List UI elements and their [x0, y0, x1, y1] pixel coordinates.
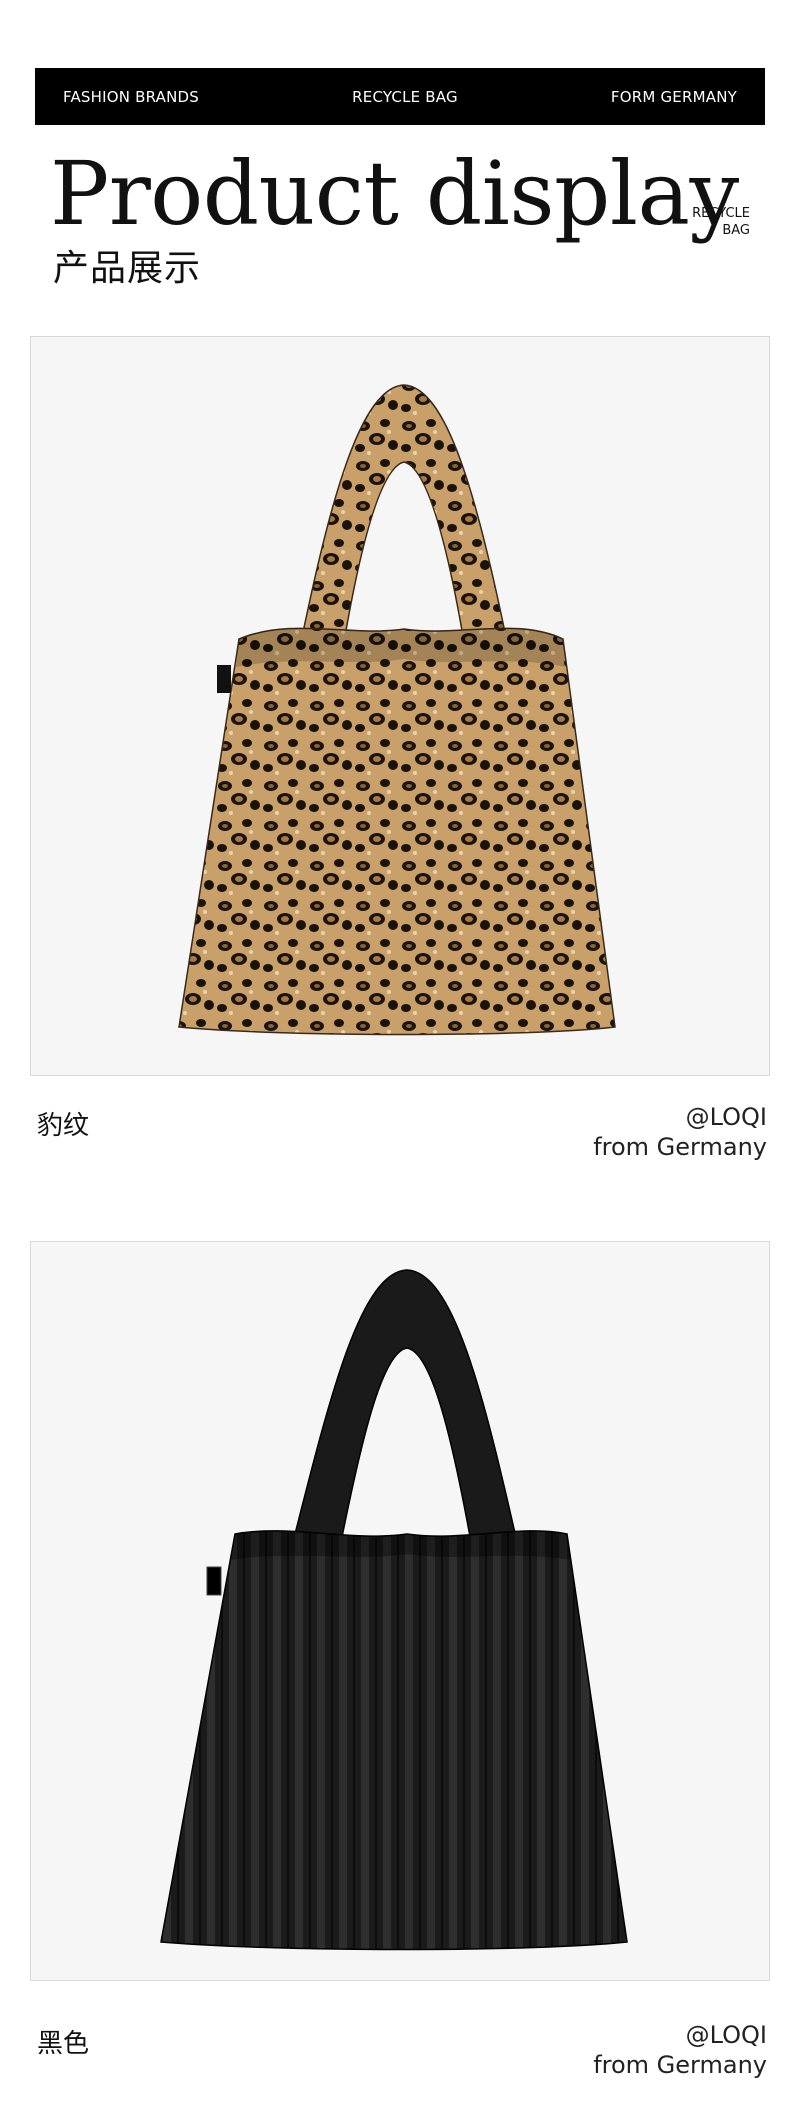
title-side-line2: BAG [722, 222, 750, 238]
top-banner: FASHION BRANDS RECYCLE BAG FORM GERMANY [35, 68, 765, 125]
product-name-black: 黑色 [37, 2029, 90, 2059]
product-name-leopard: 豹纹 [37, 1111, 90, 1141]
page-title-chinese: 产品展示 [53, 248, 202, 289]
product-brand-block-black: @LOQI from Germany [593, 2020, 767, 2080]
product-image-leopard [30, 336, 770, 1076]
product-brand-block-leopard: @LOQI from Germany [593, 1102, 767, 1162]
product-brand-leopard: @LOQI [685, 1103, 767, 1131]
black-bag-illustration [160, 1269, 628, 1951]
product-brand-black: @LOQI [685, 2021, 767, 2049]
page-title: Product display [50, 142, 739, 245]
product-origin-leopard: from Germany [593, 1133, 767, 1161]
loqi-tag [206, 1566, 222, 1596]
product-image-black [30, 1241, 770, 1981]
loqi-tag [217, 665, 231, 693]
banner-recycle-bag: RECYCLE BAG [352, 87, 458, 106]
product-origin-black: from Germany [593, 2051, 767, 2079]
title-side-note: RECYCLE BAG [692, 206, 750, 240]
banner-form-germany: FORM GERMANY [610, 87, 737, 106]
title-side-line1: RECYCLE [692, 206, 750, 221]
leopard-bag-illustration [178, 384, 616, 1036]
banner-fashion-brands: FASHION BRANDS [63, 87, 199, 106]
